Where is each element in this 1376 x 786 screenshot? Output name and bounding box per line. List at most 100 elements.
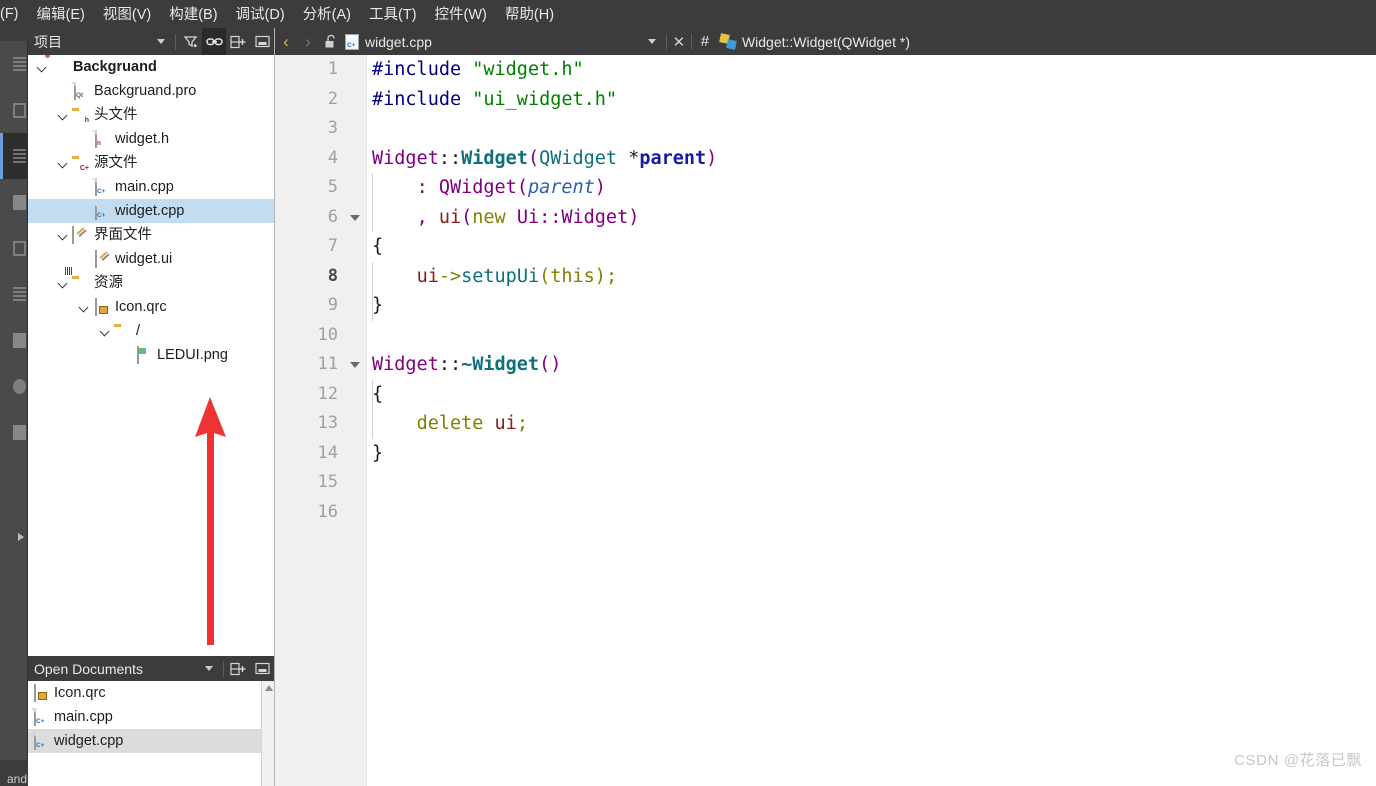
fold-marker-icon[interactable] <box>350 362 360 368</box>
current-file-chip[interactable]: C+ widget.cpp <box>345 33 432 50</box>
gutter-row[interactable]: 13 <box>275 409 366 439</box>
gutter-row[interactable]: 2 <box>275 85 366 115</box>
code-text-area[interactable]: #include "widget.h" #include "ui_widget.h… <box>369 55 1376 786</box>
mode-edit-upper[interactable] <box>0 87 28 133</box>
mode-projects[interactable] <box>0 225 28 271</box>
tree-row[interactable]: 资源 <box>28 271 274 295</box>
code-line[interactable]: ui->setupUi(this); <box>369 262 1376 292</box>
mode-kit[interactable] <box>0 363 28 409</box>
mode-welcome[interactable] <box>0 41 28 87</box>
close-dock-button[interactable] <box>250 28 274 55</box>
code-line[interactable]: { <box>369 380 1376 410</box>
tree-row[interactable]: C+ 源文件 <box>28 151 274 175</box>
gutter-row[interactable]: 5 <box>275 173 366 203</box>
chevron-down-icon[interactable] <box>78 301 91 314</box>
tree-row[interactable]: C+ widget.cpp <box>28 199 274 223</box>
menu-item-5[interactable]: 分析(A) <box>294 1 360 27</box>
chevron-down-icon[interactable] <box>57 277 70 290</box>
lock-toggle-button[interactable] <box>319 34 343 49</box>
split-editor-button[interactable] <box>226 28 250 55</box>
gutter-row[interactable]: 4 <box>275 144 366 174</box>
open-document-row[interactable]: C+ main.cpp <box>28 705 274 729</box>
line-column-button[interactable]: # <box>694 33 716 50</box>
open-document-row[interactable]: Icon.qrc <box>28 681 274 705</box>
code-line[interactable]: Widget::Widget(QWidget *parent) <box>369 144 1376 174</box>
menu-item-7[interactable]: 控件(W) <box>426 1 496 27</box>
go-back-button[interactable]: ‹ <box>275 33 297 50</box>
code-line[interactable]: delete ui; <box>369 409 1376 439</box>
close-file-button[interactable]: ✕ <box>669 33 689 51</box>
project-view-dropdown[interactable] <box>149 28 173 55</box>
chevron-down-icon[interactable] <box>57 157 70 170</box>
menu-item-2[interactable]: 视图(V) <box>94 1 160 27</box>
tree-row[interactable]: h widget.h <box>28 127 274 151</box>
gutter-row[interactable]: 14 <box>275 439 366 469</box>
gutter-row[interactable]: 15 <box>275 468 366 498</box>
tree-row[interactable]: / <box>28 319 274 343</box>
menu-item-0[interactable]: (F) <box>0 4 28 25</box>
tree-row[interactable]: Backgruand <box>28 55 274 79</box>
menu-item-4[interactable]: 调试(D) <box>227 1 294 27</box>
code-line[interactable] <box>369 498 1376 528</box>
open-document-row[interactable]: C+ widget.cpp <box>28 729 274 753</box>
code-line[interactable]: #include "ui_widget.h" <box>369 85 1376 115</box>
gutter-row[interactable]: 6 <box>275 203 366 233</box>
chevron-down-icon[interactable] <box>57 229 70 242</box>
gutter-row[interactable]: 10 <box>275 321 366 351</box>
open-documents-split-button[interactable] <box>226 655 250 682</box>
menu-item-6[interactable]: 工具(T) <box>360 1 426 27</box>
code-line[interactable] <box>369 321 1376 351</box>
code-line[interactable]: , ui(new Ui::Widget) <box>369 203 1376 233</box>
gutter-row[interactable]: 16 <box>275 498 366 528</box>
gutter-row[interactable]: 7 <box>275 232 366 262</box>
open-documents-scrollbar[interactable] <box>261 681 274 786</box>
menu-item-8[interactable]: 帮助(H) <box>496 1 563 27</box>
gutter-row[interactable]: 8 <box>275 262 366 292</box>
gutter-row[interactable]: 3 <box>275 114 366 144</box>
chevron-down-icon[interactable] <box>57 109 70 122</box>
gutter-row[interactable]: 9 <box>275 291 366 321</box>
code-line[interactable]: #include "widget.h" <box>369 55 1376 85</box>
mode-selector-bar[interactable]: and <box>0 28 28 786</box>
gutter-row[interactable]: 1 <box>275 55 366 85</box>
mode-run[interactable] <box>0 409 28 455</box>
open-documents-close-button[interactable] <box>250 655 274 682</box>
synchronize-with-editor-button[interactable] <box>202 28 226 55</box>
tree-row[interactable]: LEDUI.png <box>28 343 274 367</box>
tree-row[interactable]: Qt Backgruand.pro <box>28 79 274 103</box>
filter-tree-button[interactable] <box>178 28 202 55</box>
menu-item-1[interactable]: 编辑(E) <box>28 1 94 27</box>
chevron-down-icon[interactable] <box>99 325 112 338</box>
mode-help[interactable] <box>0 271 28 541</box>
code-line[interactable]: } <box>369 439 1376 469</box>
symbol-selector[interactable]: Widget::Widget(QWidget *) <box>720 34 910 50</box>
code-line[interactable] <box>369 468 1376 498</box>
tree-row[interactable]: h 头文件 <box>28 103 274 127</box>
line-number-gutter[interactable]: 1 2 3 4 5 6 7 8 9 10 11 12 13 14 15 16 <box>275 55 367 786</box>
code-line[interactable]: : QWidget(parent) <box>369 173 1376 203</box>
scroll-up-arrow-icon[interactable] <box>265 685 273 691</box>
tree-row[interactable]: C+ main.cpp <box>28 175 274 199</box>
mode-design-active[interactable] <box>0 133 28 179</box>
gutter-row[interactable]: 11 <box>275 350 366 380</box>
code-line[interactable]: { <box>369 232 1376 262</box>
chevron-down-icon[interactable] <box>36 61 49 74</box>
tree-row[interactable]: 界面文件 <box>28 223 274 247</box>
open-documents-dropdown[interactable] <box>197 655 221 682</box>
code-line[interactable]: } <box>369 291 1376 321</box>
code-token: ui <box>494 413 517 434</box>
file-selector-dropdown[interactable] <box>640 28 664 55</box>
project-tree[interactable]: Backgruand Qt Backgruand.pro h 头文件 h widget.h C… <box>28 55 274 656</box>
tree-row[interactable]: Icon.qrc <box>28 295 274 319</box>
gutter-row[interactable]: 12 <box>275 380 366 410</box>
code-editor[interactable]: 1 2 3 4 5 6 7 8 9 10 11 12 13 14 15 16 #include "widget… <box>275 55 1376 786</box>
code-line[interactable]: Widget::~Widget() <box>369 350 1376 380</box>
mode-debug[interactable] <box>0 179 28 225</box>
code-line[interactable] <box>369 114 1376 144</box>
ui-file-icon <box>93 249 110 268</box>
mode-build[interactable] <box>0 317 28 363</box>
menu-item-3[interactable]: 构建(B) <box>160 1 226 27</box>
open-documents-list[interactable]: Icon.qrc C+ main.cpp C+ widget.cpp <box>28 681 274 786</box>
go-forward-button[interactable]: › <box>297 33 319 50</box>
fold-marker-icon[interactable] <box>350 214 360 221</box>
